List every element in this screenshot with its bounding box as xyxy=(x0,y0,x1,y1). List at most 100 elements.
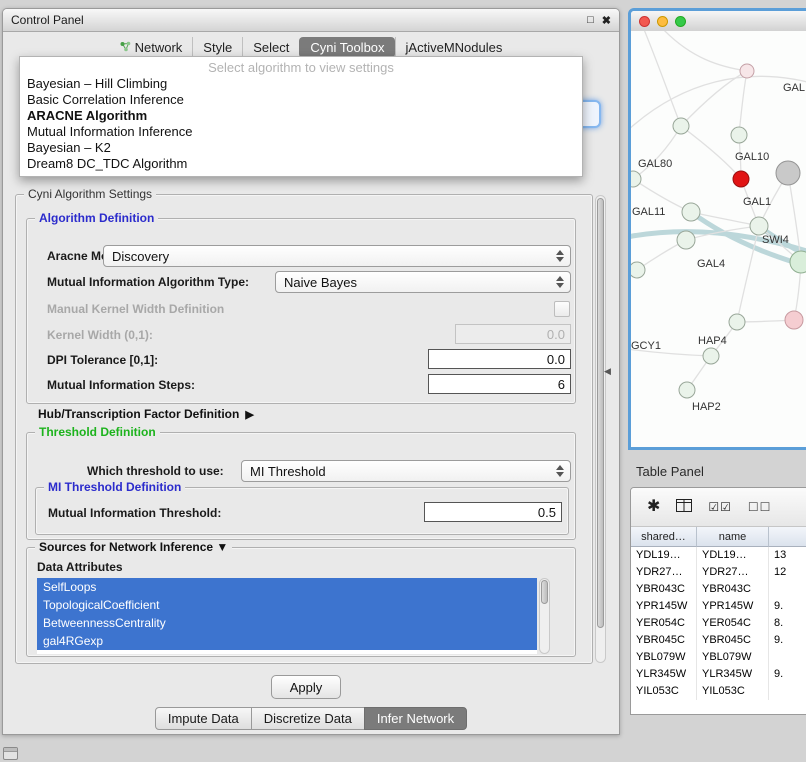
network-node[interactable] xyxy=(776,161,800,185)
dropdown-item-mutual-information-inference[interactable]: Mutual Information Inference xyxy=(20,124,582,140)
cell: YER054C xyxy=(631,615,697,632)
data-attributes-list[interactable]: SelfLoopsTopologicalCoefficientBetweenne… xyxy=(37,578,537,654)
kernel-width-label: Kernel Width (0,1): xyxy=(47,328,153,342)
table-row[interactable]: YBR045CYBR045C9. xyxy=(631,632,806,649)
tab-cyni-toolbox[interactable]: Cyni Toolbox xyxy=(299,37,394,58)
network-node[interactable] xyxy=(673,118,689,134)
dropdown-item-dream8-dc-tdc-algorithm[interactable]: Dream8 DC_TDC Algorithm xyxy=(20,156,582,172)
hub-definition-disclosure[interactable]: Hub/Transcription Factor Definition ▶ xyxy=(38,407,254,421)
table-row[interactable]: YIL053CYIL053C xyxy=(631,683,806,700)
settings-scrollbar[interactable] xyxy=(595,195,606,663)
tab-network[interactable]: Network xyxy=(110,37,193,58)
node-label-gal10: GAL10 xyxy=(735,151,769,163)
cell: 12 xyxy=(769,564,806,581)
manual-kernel-checkbox[interactable] xyxy=(554,301,570,317)
docked-panel-icon[interactable] xyxy=(3,747,18,760)
sources-title[interactable]: Sources for Network Inference ▼ xyxy=(35,540,232,554)
cell: 9. xyxy=(769,598,806,615)
cell: YPR145W xyxy=(697,598,769,615)
dropdown-item-bayesian-hill-climbing[interactable]: Bayesian – Hill Climbing xyxy=(20,76,582,92)
mi-steps-label: Mutual Information Steps: xyxy=(47,378,195,392)
scrollbar-thumb[interactable] xyxy=(597,198,604,628)
column-header-extra[interactable] xyxy=(769,527,806,547)
attribute-item-gal4rgexp[interactable]: gal4RGexp xyxy=(37,632,537,650)
cell: YPR145W xyxy=(631,598,697,615)
network-node[interactable] xyxy=(733,171,749,187)
attribute-item-selfloops[interactable]: SelfLoops xyxy=(37,578,537,596)
disclosure-right-icon[interactable]: ▶ xyxy=(245,408,253,421)
tab-label: Cyni Toolbox xyxy=(310,40,384,55)
scrollbar-thumb[interactable] xyxy=(541,580,548,604)
tab-jactivemnodules[interactable]: jActiveMNodules xyxy=(395,37,513,58)
network-node[interactable] xyxy=(785,311,803,329)
bottom-tab-infer-network[interactable]: Infer Network xyxy=(364,707,467,730)
zoom-traffic-light-icon[interactable] xyxy=(675,16,686,27)
tab-label: Select xyxy=(253,40,289,55)
mi-algorithm-type-select[interactable]: Naive Bayes xyxy=(275,271,571,293)
close-window-icon[interactable]: ✖ xyxy=(602,14,611,27)
column-header-shared[interactable]: shared… xyxy=(631,527,697,547)
network-edge xyxy=(739,71,747,135)
network-window-titlebar[interactable] xyxy=(631,11,806,32)
network-node[interactable] xyxy=(703,348,719,364)
table-row[interactable]: YDL19…YDL19…13 xyxy=(631,547,806,564)
select-all-checks-icon[interactable]: ☑☑ xyxy=(708,501,732,513)
combo-arrows-icon xyxy=(553,276,566,288)
cell: YBL079W xyxy=(631,649,697,666)
algorithm-dropdown-popup: Select algorithm to view settings Bayesi… xyxy=(19,56,583,177)
cell: YER054C xyxy=(697,615,769,632)
table-row[interactable]: YPR145WYPR145W9. xyxy=(631,598,806,615)
table-row[interactable]: YDR27…YDR27…12 xyxy=(631,564,806,581)
network-node[interactable] xyxy=(731,127,747,143)
table-row[interactable]: YER054CYER054C8. xyxy=(631,615,806,632)
splitter-collapse-icon[interactable]: ◀ xyxy=(604,366,611,377)
network-canvas[interactable]: GAL80GAL11GAL10GAL1SWI4GAL4GCY1HAP4HAP2G… xyxy=(631,31,806,447)
float-window-icon[interactable]: □ xyxy=(587,14,594,26)
dropdown-item-aracne-algorithm[interactable]: ARACNE Algorithm xyxy=(20,108,582,124)
cell xyxy=(769,649,806,666)
attributes-list-scrollbar[interactable] xyxy=(539,578,550,654)
minimize-traffic-light-icon[interactable] xyxy=(657,16,668,27)
network-node[interactable] xyxy=(729,314,745,330)
network-node[interactable] xyxy=(679,382,695,398)
network-node[interactable] xyxy=(677,231,695,249)
table-row[interactable]: YLR345WYLR345W9. xyxy=(631,666,806,683)
attribute-item-betweennesscentrality[interactable]: BetweennessCentrality xyxy=(37,614,537,632)
bottom-tab-discretize-data[interactable]: Discretize Data xyxy=(251,707,365,730)
which-threshold-select[interactable]: MI Threshold xyxy=(241,460,571,482)
apply-button[interactable]: Apply xyxy=(271,675,341,699)
network-node[interactable] xyxy=(750,217,768,235)
mi-steps-field[interactable] xyxy=(428,374,571,394)
disclosure-down-icon[interactable]: ▼ xyxy=(216,540,228,554)
network-edge xyxy=(643,31,681,126)
table-row[interactable]: YBR043CYBR043C xyxy=(631,581,806,598)
columns-icon[interactable] xyxy=(676,499,692,516)
bottom-tab-impute-data[interactable]: Impute Data xyxy=(155,707,252,730)
dropdown-item-basic-correlation-inference[interactable]: Basic Correlation Inference xyxy=(20,92,582,108)
threshold-definition-title: Threshold Definition xyxy=(35,425,160,439)
cyni-settings-title: Cyni Algorithm Settings xyxy=(24,187,156,201)
cell: YBL079W xyxy=(697,649,769,666)
column-header-name[interactable]: name xyxy=(697,527,769,547)
dpi-tolerance-field[interactable] xyxy=(428,349,571,369)
cell: 8. xyxy=(769,615,806,632)
mi-threshold-label: Mutual Information Threshold: xyxy=(48,506,221,520)
gear-icon[interactable]: ✱ xyxy=(647,499,660,515)
network-node[interactable] xyxy=(631,262,645,278)
close-traffic-light-icon[interactable] xyxy=(639,16,650,27)
tab-select[interactable]: Select xyxy=(242,37,299,58)
cell: YDR27… xyxy=(697,564,769,581)
attribute-item-topologicalcoefficient[interactable]: TopologicalCoefficient xyxy=(37,596,537,614)
control-panel-titlebar[interactable]: Control Panel □ ✖ xyxy=(3,9,619,32)
aracne-mode-select[interactable]: Discovery xyxy=(103,245,571,267)
network-node[interactable] xyxy=(740,64,754,78)
network-node[interactable] xyxy=(682,203,700,221)
table-row[interactable]: YBL079WYBL079W xyxy=(631,649,806,666)
tab-style[interactable]: Style xyxy=(192,37,242,58)
network-edge xyxy=(681,71,747,126)
tab-label: Style xyxy=(203,40,232,55)
dropdown-item-bayesian-k2[interactable]: Bayesian – K2 xyxy=(20,140,582,156)
clear-checks-icon[interactable]: ☐☐ xyxy=(748,501,772,513)
algorithm-definition-title: Algorithm Definition xyxy=(35,211,158,225)
mi-threshold-field[interactable] xyxy=(424,502,562,522)
